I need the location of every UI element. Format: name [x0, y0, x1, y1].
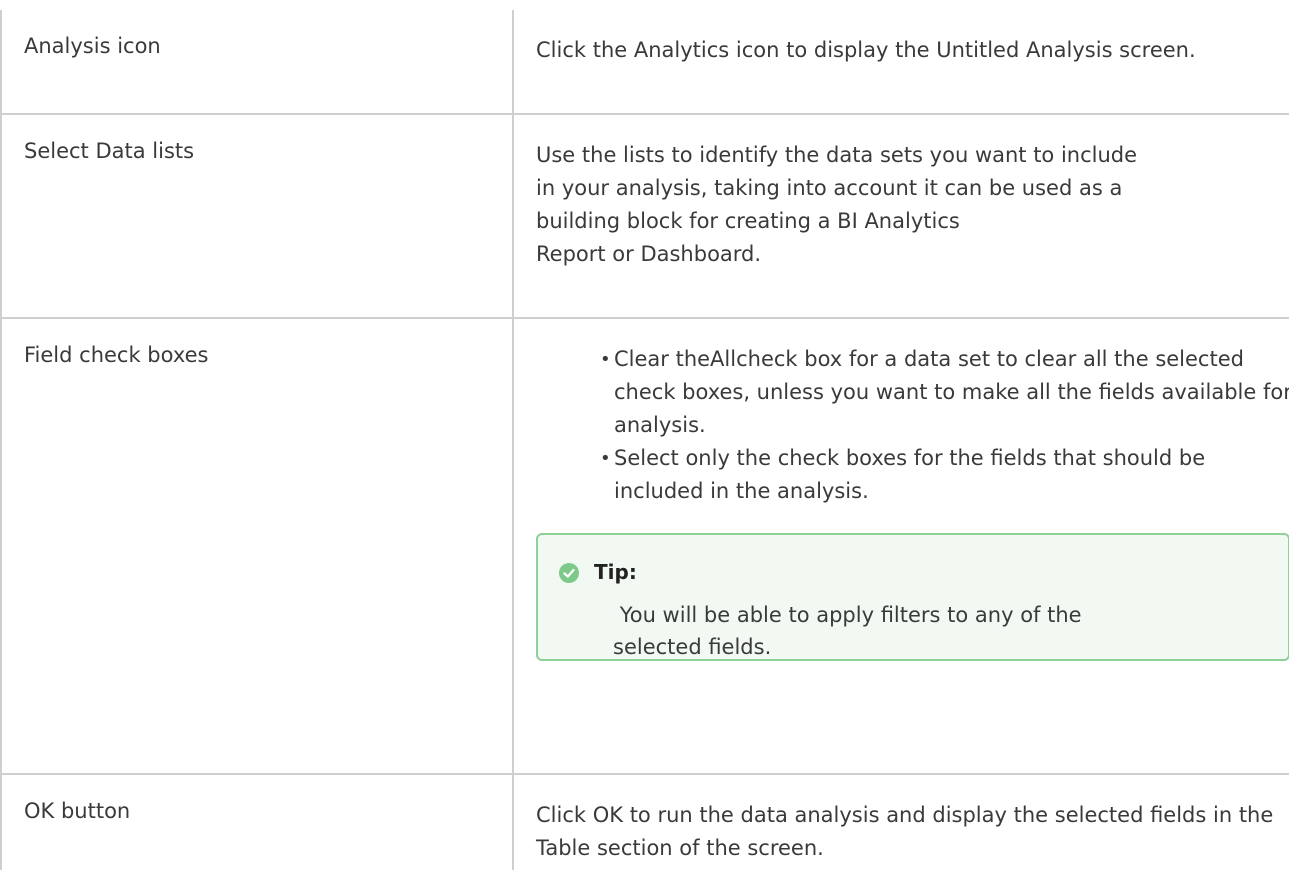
row-description-line: Use the lists to identify the data sets …: [536, 143, 1138, 167]
row-description: Click OK to run the data analysis and di…: [536, 803, 1274, 860]
table-row: OK button Click OK to run the data analy…: [0, 774, 1289, 870]
row-description-line: in your analysis, taking into account it…: [536, 176, 1123, 200]
bullet-text: Select only the check boxes for the fiel…: [614, 446, 1206, 503]
row-description: Click the Analytics icon to display the …: [536, 38, 1196, 62]
table-row: Analysis icon Click the Analytics icon t…: [0, 10, 1289, 115]
bullet-list: • Clear theAllcheck box for a data set t…: [536, 343, 1289, 508]
tip-body: You will be able to apply filters to any…: [613, 603, 1089, 659]
table-row: Field check boxes • Clear theAllcheck bo…: [0, 318, 1289, 775]
row-label-cell: Field check boxes: [0, 318, 514, 775]
row-label: Field check boxes: [24, 343, 209, 367]
list-item: • Clear theAllcheck box for a data set t…: [600, 343, 1289, 442]
row-label-cell: Select Data lists: [0, 114, 514, 319]
row-description-line: Report or Dashboard.: [536, 242, 762, 266]
ui-reference-table: Analysis icon Click the Analytics icon t…: [0, 10, 1289, 870]
row-label-cell: OK button: [0, 774, 514, 870]
list-item: • Select only the check boxes for the fi…: [600, 442, 1289, 508]
row-label: OK button: [24, 799, 131, 823]
tip-header: Tip:: [558, 557, 1288, 587]
row-label: Analysis icon: [24, 34, 161, 58]
row-label-cell: Analysis icon: [0, 10, 514, 115]
tip-title: Tip:: [594, 559, 637, 584]
row-description-cell: • Clear theAllcheck box for a data set t…: [513, 318, 1289, 775]
tip-callout: Tip: You will be able to apply filters t…: [536, 533, 1289, 661]
row-label: Select Data lists: [24, 139, 195, 163]
bullet-icon: •: [600, 349, 611, 370]
row-description-line: building block for creating a BI Analyti…: [536, 209, 960, 233]
row-description-cell: Use the lists to identify the data sets …: [513, 114, 1289, 319]
table-row: Select Data lists Use the lists to ident…: [0, 114, 1289, 319]
row-description-cell: Click OK to run the data analysis and di…: [513, 774, 1289, 870]
check-circle-icon: [558, 561, 580, 583]
bullet-icon: •: [600, 448, 611, 469]
bullet-text: Clear theAllcheck box for a data set to …: [614, 347, 1289, 437]
row-description-cell: Click the Analytics icon to display the …: [513, 10, 1289, 115]
